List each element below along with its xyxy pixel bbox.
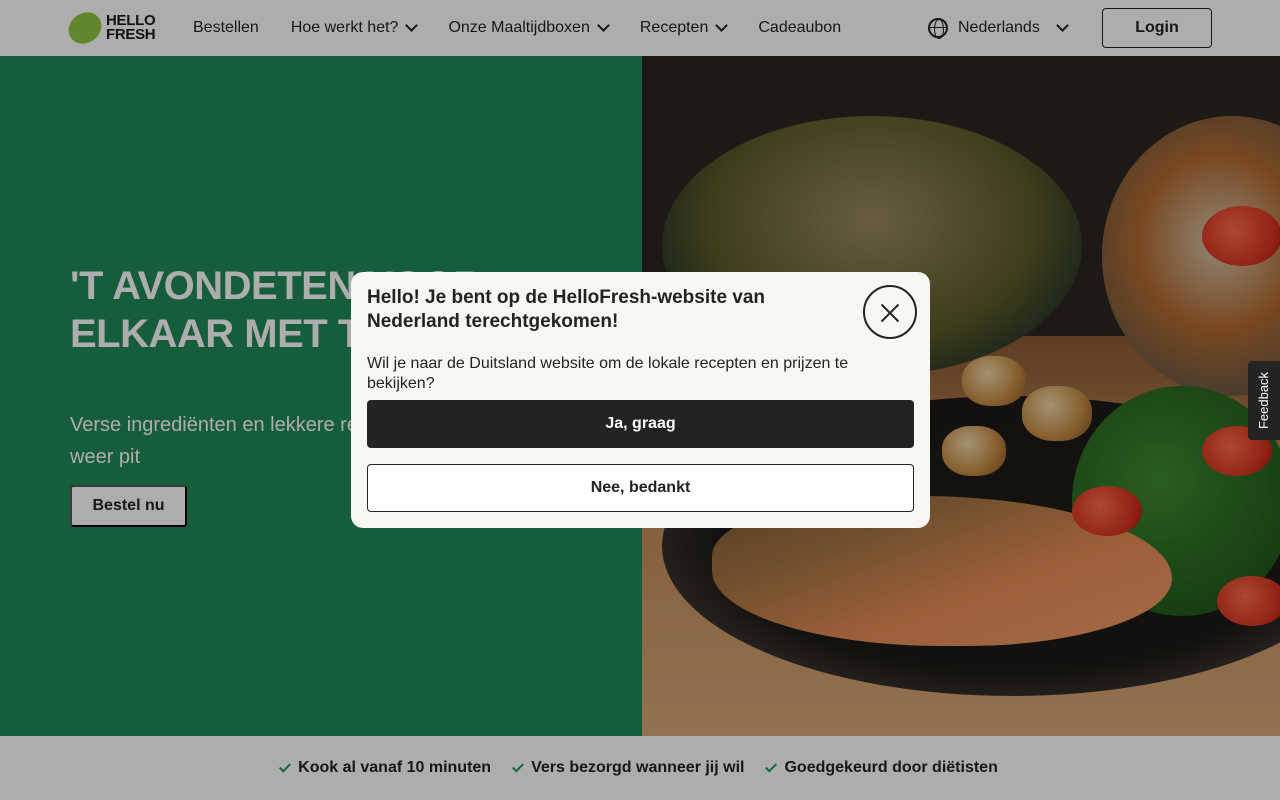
country-redirect-modal: Hello! Je bent op de HelloFresh-website …: [351, 272, 930, 528]
confirm-redirect-button[interactable]: Ja, graag: [367, 400, 914, 448]
feedback-label: Feedback: [1256, 371, 1272, 430]
feedback-tab[interactable]: Feedback: [1248, 361, 1280, 440]
modal-text: Wil je naar de Duitsland website om de l…: [367, 355, 849, 392]
modal-title: Hello! Je bent op de HelloFresh-website …: [367, 287, 766, 332]
decline-redirect-button[interactable]: Nee, bedankt: [367, 464, 914, 512]
close-icon[interactable]: [863, 285, 917, 339]
